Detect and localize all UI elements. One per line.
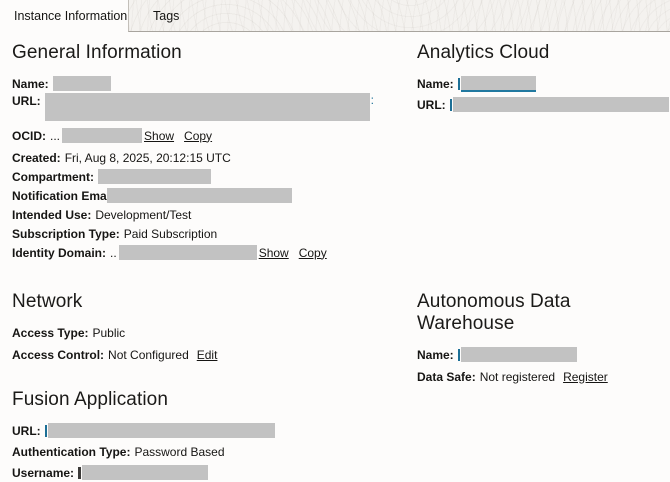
section-fusion-application: Fusion Application URL: Authentication T… [12,389,407,482]
tab-tags[interactable]: Tags [129,0,249,31]
redacted-value [461,347,577,362]
field-access-type: Access Type: Public [12,323,407,342]
redacted-value [98,169,211,184]
link-text-remnant [458,78,460,90]
field-subscription-type: Subscription Type: Paid Subscription [12,224,407,243]
field-label: URL: [417,98,446,112]
field-label: Created: [12,151,61,165]
ocid-ellipsis: ... [50,129,60,143]
field-label: Compartment: [12,170,94,184]
subscription-type-value: Paid Subscription [124,227,217,241]
show-link[interactable]: Show [259,246,289,260]
field-label: Identity Domain: [12,246,106,260]
edit-link[interactable]: Edit [197,348,218,362]
field-label: Access Control: [12,348,104,362]
text-remnant [78,467,81,479]
field-label: Username: [12,466,74,480]
section-autonomous-data-warehouse: Autonomous Data Warehouse Name: Data Saf… [417,291,670,386]
section-general-information: General Information Name: URL: : OCID: .… [12,42,407,262]
redacted-value [45,93,370,121]
field-compartment: Compartment: [12,167,407,186]
field-created: Created: Fri, Aug 8, 2025, 20:12:15 UTC [12,148,407,167]
field-notification-email: Notification Ema [12,186,407,205]
identity-domain-ellipsis: .. [110,246,117,260]
field-identity-domain: Identity Domain: .. Show Copy [12,243,407,262]
section-network: Network Access Type: Public Access Contr… [12,291,407,364]
field-url: URL: [417,95,670,114]
register-link[interactable]: Register [563,370,608,384]
instance-details-page: Instance Information Tags General Inform… [0,0,670,480]
field-label: URL: [12,424,41,438]
field-name: Name: [417,345,670,364]
field-url: URL: : [12,93,407,126]
access-control-value: Not Configured [108,348,189,362]
field-label: Authentication Type: [12,445,130,459]
field-label: OCID: [12,129,46,143]
created-value: Fri, Aug 8, 2025, 20:12:15 UTC [65,151,231,165]
intended-use-value: Development/Test [95,208,191,222]
section-title: Network [12,291,407,313]
section-analytics-cloud: Analytics Cloud Name: URL: [417,42,670,114]
field-label: Data Safe: [417,370,476,384]
field-label: Intended Use: [12,208,91,222]
authentication-type-value: Password Based [134,445,224,459]
section-title: Analytics Cloud [417,42,670,64]
section-title: Autonomous Data Warehouse [417,291,670,335]
redacted-value [119,245,257,260]
redacted-value [62,128,142,143]
field-url: URL: [12,421,407,440]
section-title: General Information [12,42,407,64]
field-intended-use: Intended Use: Development/Test [12,205,407,224]
field-label: Name: [417,348,454,362]
link-text-remnant [458,349,460,361]
redacted-value [48,423,275,438]
redacted-value [453,97,669,112]
link-text-remnant [450,99,452,111]
field-access-control: Access Control: Not Configured Edit [12,345,407,364]
redacted-value [82,465,208,480]
field-label: URL: [12,94,41,109]
field-name: Name: [417,74,670,93]
field-name: Name: [12,74,407,93]
field-authentication-type: Authentication Type: Password Based [12,442,407,461]
field-label: Subscription Type: [12,227,120,241]
data-safe-value: Not registered [480,370,555,384]
url-text-remnant: : [371,93,374,107]
redacted-link-value [461,76,536,92]
redacted-value [53,76,111,91]
tab-bar: Instance Information Tags [0,0,670,32]
copy-link[interactable]: Copy [184,129,212,143]
section-title: Fusion Application [12,389,407,411]
redacted-value [107,188,292,203]
field-data-safe: Data Safe: Not registered Register [417,367,670,386]
field-label: Notification Ema [12,189,107,203]
field-label: Access Type: [12,326,88,340]
field-label: Name: [417,77,454,91]
field-username: Username: [12,463,407,482]
copy-link[interactable]: Copy [299,246,327,260]
field-label: Name: [12,77,49,91]
access-type-value: Public [92,326,125,340]
tab-instance-information[interactable]: Instance Information [0,0,128,32]
link-text-remnant [45,425,47,437]
tab-strip-background: Tags [128,0,670,32]
field-ocid: OCID: ... Show Copy [12,126,407,145]
show-link[interactable]: Show [144,129,174,143]
